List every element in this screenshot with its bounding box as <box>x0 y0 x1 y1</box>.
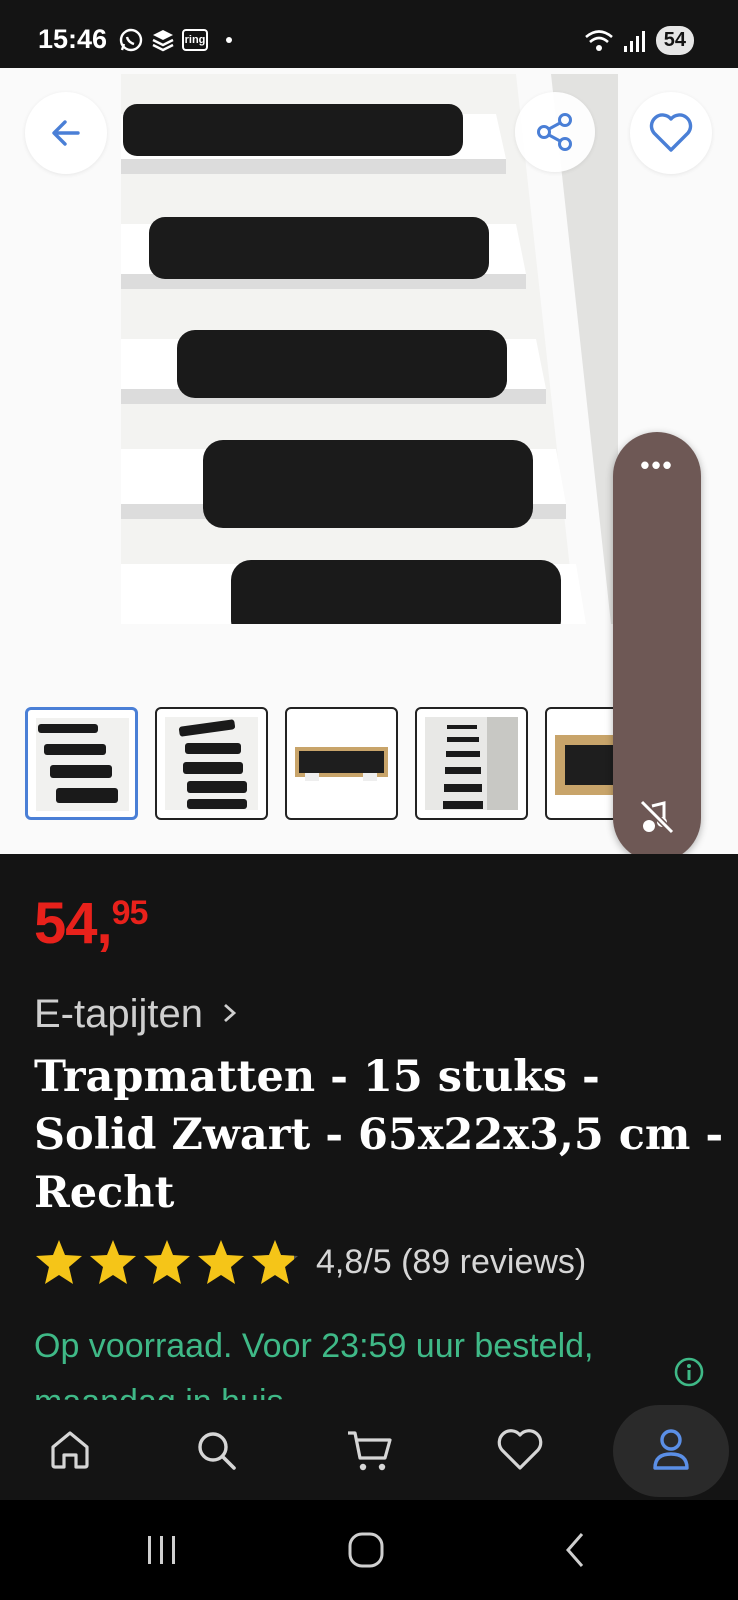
thumbnail-3-image <box>295 717 388 810</box>
thumbnail-3[interactable] <box>285 707 398 820</box>
notifications-off-icon[interactable] <box>638 798 676 836</box>
recent-apps-icon[interactable] <box>142 1530 182 1570</box>
star-icon <box>90 1240 136 1284</box>
chevron-right-icon <box>224 1003 237 1023</box>
more-options-icon[interactable]: ••• <box>613 452 701 478</box>
tab-account[interactable] <box>631 1400 711 1500</box>
battery-indicator: 54 <box>655 26 694 55</box>
account-icon <box>653 1429 689 1470</box>
search-icon <box>198 1432 236 1470</box>
system-status-icons: 54 <box>584 26 694 55</box>
whatsapp-icon <box>119 28 143 52</box>
home-nav-icon[interactable] <box>346 1530 386 1570</box>
thumbnail-2-image <box>165 717 258 810</box>
thumbnail-1-image <box>36 718 129 811</box>
product-title: Trapmatten - 15 stuks - Solid Zwart - 65… <box>34 1052 724 1218</box>
tab-cart[interactable] <box>330 1400 410 1500</box>
more-notifications-dot <box>226 37 232 43</box>
signal-icon <box>623 30 645 52</box>
price-whole: 54, <box>34 891 113 956</box>
cart-icon <box>348 1431 392 1471</box>
stock-status: Op voorraad. Voor 23:59 uur besteld, maa… <box>34 1327 594 1400</box>
thumbnail-4[interactable] <box>415 707 528 820</box>
back-button[interactable] <box>25 92 107 174</box>
thumbnail-1[interactable] <box>25 707 138 820</box>
tab-favorites[interactable] <box>480 1400 560 1500</box>
thumbnail-4-image <box>425 717 518 810</box>
share-button[interactable] <box>515 92 595 172</box>
star-icon <box>36 1240 82 1284</box>
ring-app-icon: ring <box>182 29 208 51</box>
heart-icon <box>497 1429 543 1470</box>
tab-search[interactable] <box>176 1400 256 1500</box>
floating-side-panel[interactable]: ••• <box>613 432 701 862</box>
system-navigation-bar <box>0 1500 738 1600</box>
tab-home[interactable] <box>30 1400 110 1500</box>
wifi-icon <box>584 29 613 51</box>
star-icon <box>252 1240 298 1284</box>
bottom-tab-bar <box>0 1400 738 1500</box>
thumbnail-2[interactable] <box>155 707 268 820</box>
product-price: 54, 95 <box>34 890 149 957</box>
back-nav-icon[interactable] <box>556 1530 596 1570</box>
status-time: 15:46 <box>38 24 108 54</box>
layers-icon <box>152 30 174 52</box>
star-rating <box>34 1238 300 1286</box>
rating-summary: 4,8/5 (89 reviews) <box>316 1242 587 1281</box>
notification-icons: ring <box>118 27 232 53</box>
price-cents: 95 <box>111 894 149 932</box>
status-bar: 15:46 ring 54 <box>0 0 738 68</box>
share-icon <box>537 113 572 151</box>
product-info: 54, 95 E-tapijten Trapmatten - 15 stuks -… <box>0 854 738 1400</box>
favorite-button[interactable] <box>630 92 712 174</box>
rating-row[interactable]: 4,8/5 (89 reviews) <box>34 1238 586 1286</box>
home-icon <box>51 1431 89 1469</box>
seller-link[interactable]: E-tapijten <box>34 992 240 1037</box>
thumbnail-strip <box>25 707 658 820</box>
seller-name: E-tapijten <box>34 992 203 1036</box>
star-icon <box>144 1240 190 1284</box>
heart-icon <box>649 113 693 152</box>
arrow-left-icon <box>52 120 80 146</box>
info-icon[interactable] <box>672 1355 706 1389</box>
star-icon <box>198 1240 244 1284</box>
